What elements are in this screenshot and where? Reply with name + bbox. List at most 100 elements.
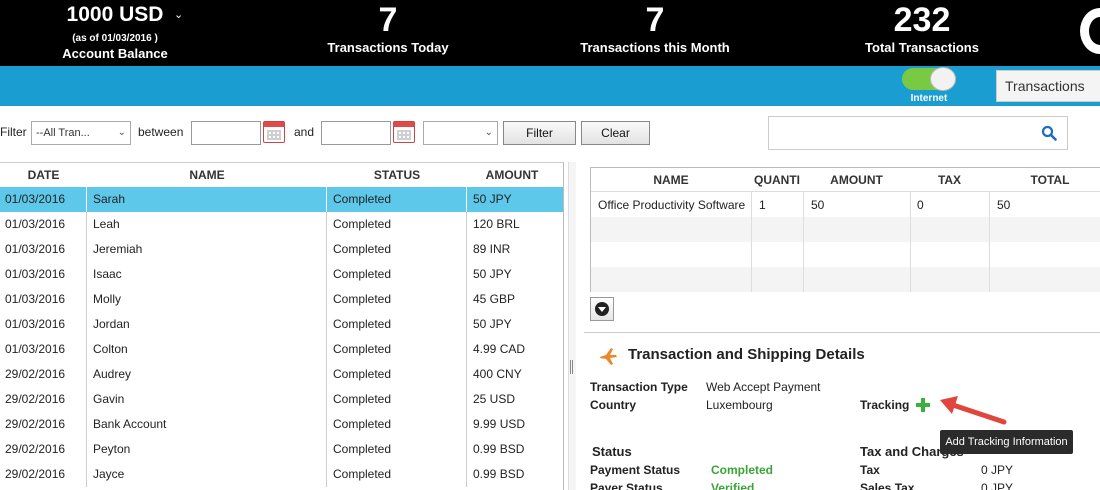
grid-line — [751, 192, 752, 292]
extra-filter-select[interactable]: ⌄ — [423, 121, 498, 145]
column-header-date[interactable]: DATE — [0, 168, 87, 182]
table-row[interactable]: 29/02/2016 Bank Account Completed 9.99 USD — [0, 412, 563, 437]
cell-date: 29/02/2016 — [0, 362, 87, 387]
cell-name: Colton — [87, 337, 327, 362]
table-row[interactable]: 01/03/2016 Sarah Completed 50 JPY — [0, 187, 563, 212]
splitter-grip[interactable] — [570, 360, 574, 374]
table-row[interactable]: 29/02/2016 Audrey Completed 400 CNY — [0, 362, 563, 387]
cell-status: Completed — [327, 462, 467, 487]
transaction-type-value: --All Tran... — [36, 127, 90, 139]
calendar-icon[interactable] — [393, 121, 415, 143]
cell-amount: 0.99 BSD — [473, 442, 525, 456]
cell-amount: 50 JPY — [473, 267, 512, 281]
expand-down-button[interactable] — [590, 297, 614, 321]
cell-date: 01/03/2016 — [0, 312, 87, 337]
panel-splitter[interactable] — [568, 162, 576, 490]
country-label: Country — [590, 398, 636, 412]
cell-amount: 45 GBP — [473, 292, 516, 306]
cell-name: Audrey — [87, 362, 327, 387]
cell-name: Jordan — [87, 312, 327, 337]
grid-line — [910, 192, 911, 292]
table-row[interactable]: 01/03/2016 Colton Completed 4.99 CAD — [0, 337, 563, 362]
calendar-icon[interactable] — [263, 121, 285, 143]
cell-status: Completed — [327, 212, 467, 237]
stat-today-value: 7 — [378, 1, 398, 39]
cell-date: 01/03/2016 — [0, 212, 87, 237]
table-row[interactable]: 01/03/2016 Leah Completed 120 BRL — [0, 212, 563, 237]
cell-amount: 25 USD — [473, 392, 516, 406]
cell-status: Completed — [327, 437, 467, 462]
cell-name: Molly — [87, 287, 327, 312]
airplane-icon — [600, 348, 617, 365]
column-header-name[interactable]: NAME — [87, 168, 327, 182]
toggle-knob — [930, 67, 956, 91]
cell-date: 29/02/2016 — [0, 462, 87, 487]
internet-toggle[interactable] — [902, 67, 956, 91]
grid-line — [989, 192, 990, 292]
table-row[interactable]: 29/02/2016 Peyton Completed 0.99 BSD — [0, 437, 563, 462]
table-header: DATE NAME STATUS AMOUNT — [0, 163, 563, 187]
stats-header: 1000 USD ⌄ (as of 01/03/2016 ) Account B… — [0, 0, 1100, 66]
cell-status: Completed — [327, 187, 467, 212]
table-row[interactable]: 29/02/2016 Jayce Completed 0.99 BSD — [0, 462, 563, 487]
transaction-type-select[interactable]: --All Tran... ⌄ — [31, 121, 131, 145]
payer-status-label: Payer Status — [590, 481, 663, 490]
cell-status: Completed — [327, 337, 467, 362]
balance-amount: 1000 USD — [66, 3, 164, 26]
item-tax: 0 — [917, 198, 924, 212]
table-row[interactable]: 01/03/2016 Molly Completed 45 GBP — [0, 287, 563, 312]
cell-amount: 9.99 USD — [473, 417, 526, 431]
divider — [584, 332, 1100, 333]
plus-icon[interactable] — [916, 398, 930, 412]
items-row[interactable]: Office Productivity Software 1 50 0 50 — [591, 192, 1100, 217]
cell-name: Peyton — [87, 437, 327, 462]
table-row[interactable]: 01/03/2016 Jeremiah Completed 89 INR — [0, 237, 563, 262]
stat-today-label: Transactions Today — [327, 40, 449, 55]
chevron-down-icon: ⌄ — [117, 127, 126, 138]
table-row[interactable]: 01/03/2016 Isaac Completed 50 JPY — [0, 262, 563, 287]
payer-status-value: Verified — [711, 481, 755, 490]
clear-button[interactable]: Clear — [581, 121, 650, 145]
cell-name: Jeremiah — [87, 237, 327, 262]
items-col-total: TOTAL — [1030, 173, 1070, 187]
cell-name: Gavin — [87, 387, 327, 412]
cell-status: Completed — [327, 362, 467, 387]
search-input[interactable] — [768, 116, 1068, 150]
chevron-down-icon[interactable]: ⌄ — [174, 8, 183, 21]
column-header-amount[interactable]: AMOUNT — [467, 168, 557, 182]
cell-name: Sarah — [87, 187, 327, 212]
balance-label: Account Balance — [62, 46, 168, 61]
status-heading: Status — [592, 444, 632, 459]
date-from-input[interactable] — [191, 121, 261, 145]
cell-date: 29/02/2016 — [0, 387, 87, 412]
items-row-empty — [591, 242, 1100, 267]
cell-name: Jayce — [87, 462, 327, 487]
tracking-label: Tracking — [860, 398, 910, 412]
table-row[interactable]: 01/03/2016 Jordan Completed 50 JPY — [0, 312, 563, 337]
search-icon[interactable] — [1041, 125, 1057, 141]
cell-date: 01/03/2016 — [0, 287, 87, 312]
cell-date: 01/03/2016 — [0, 262, 87, 287]
filter-button[interactable]: Filter — [503, 121, 576, 145]
view-dropdown[interactable]: Transactions — [996, 70, 1100, 102]
balance-as-of: (as of 01/03/2016 ) — [72, 33, 158, 44]
cell-status: Completed — [327, 237, 467, 262]
cell-amount: 50 JPY — [473, 317, 512, 331]
cell-status: Completed — [327, 412, 467, 437]
items-row-empty — [591, 267, 1100, 292]
cell-date: 29/02/2016 — [0, 412, 87, 437]
stat-month: 7 Transactions this Month — [575, 0, 735, 55]
column-header-status[interactable]: STATUS — [327, 168, 467, 182]
payment-status-label: Payment Status — [590, 463, 681, 477]
item-quantity: 1 — [759, 198, 766, 212]
cell-status: Completed — [327, 312, 467, 337]
transaction-type-value: Web Accept Payment — [706, 380, 821, 394]
and-label: and — [294, 125, 315, 139]
cell-name: Bank Account — [87, 412, 327, 437]
cell-date: 01/03/2016 — [0, 187, 87, 212]
items-col-amount: AMOUNT — [830, 173, 883, 187]
date-to-input[interactable] — [321, 121, 391, 145]
account-balance[interactable]: 1000 USD ⌄ (as of 01/03/2016 ) Account B… — [40, 0, 190, 61]
cell-amount: 0.99 BSD — [473, 467, 525, 481]
table-row[interactable]: 29/02/2016 Gavin Completed 25 USD — [0, 387, 563, 412]
